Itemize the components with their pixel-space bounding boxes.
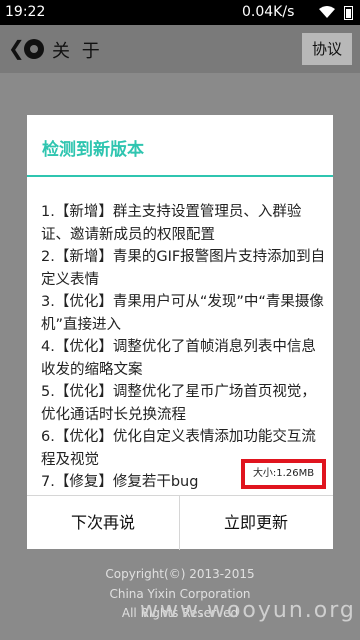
app-bar: ❮ 关 于 协议 — [0, 25, 360, 73]
wifi-icon — [318, 5, 336, 23]
back-chevron-icon[interactable]: ❮ — [8, 36, 25, 60]
release-note: 3.【优化】青果用户可从“发现”中“青果摄像机”直接进入 — [41, 294, 324, 333]
battery-icon — [344, 6, 353, 20]
dialog-header: 检测到新版本 — [27, 115, 333, 177]
release-note: 2.【新增】青果的GIF报警图片支持添加到自定义表情 — [41, 249, 326, 288]
update-dialog: 检测到新版本 1.【新增】群主支持设置管理员、入群验证、邀请新成员的权限配置 2… — [27, 115, 333, 550]
status-time: 19:22 — [5, 4, 46, 20]
watermark: www.wooyun.org — [140, 598, 356, 623]
dialog-title: 检测到新版本 — [42, 140, 144, 160]
agreement-button[interactable]: 协议 — [302, 33, 352, 65]
later-button[interactable]: 下次再说 — [27, 496, 180, 550]
release-note: 4.【优化】调整优化了首帧消息列表中信息收发的缩略文案 — [41, 339, 316, 378]
network-speed: 0.04K/s — [242, 4, 295, 20]
copyright-text: Copyright(©) 2013-2015 — [105, 567, 255, 581]
release-note: 5.【优化】调整优化了星币广场首页视觉，优化通话时长兑换流程 — [41, 384, 316, 423]
dialog-button-row: 下次再说 立即更新 — [27, 495, 333, 550]
package-size-label: 大小:1.26MB — [241, 459, 326, 489]
release-notes: 1.【新增】群主支持设置管理员、入群验证、邀请新成员的权限配置 2.【新增】青果… — [41, 201, 327, 494]
page-title: 关 于 — [52, 41, 103, 62]
update-now-button[interactable]: 立即更新 — [180, 496, 332, 550]
release-note: 1.【新增】群主支持设置管理员、入群验证、邀请新成员的权限配置 — [41, 204, 302, 243]
status-bar: 19:22 0.04K/s — [0, 0, 360, 25]
app-logo-icon — [24, 39, 44, 59]
